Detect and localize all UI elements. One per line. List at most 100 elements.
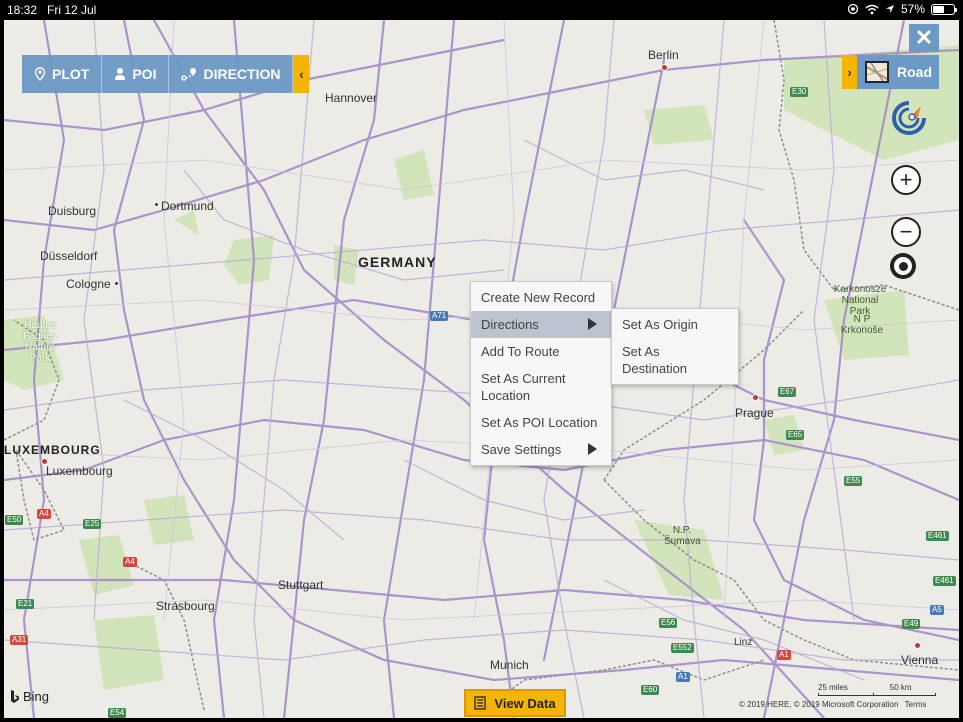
poi-person-icon (115, 68, 126, 80)
toolbar-collapse-button[interactable]: ‹ (293, 55, 310, 93)
map-label-park-krkonose: N P Krkonoše (840, 314, 884, 336)
city-dot-dortmund (154, 202, 159, 207)
menu-item-set-as-destination[interactable]: Set As Destination (612, 338, 738, 382)
map-style-label: Road (897, 64, 932, 80)
map-label-dusseldorf: Düsseldorf (40, 249, 98, 263)
orientation-lock-icon (847, 3, 859, 15)
view-data-label: View Data (494, 695, 556, 711)
plus-icon: + (899, 167, 913, 192)
road-shield-e56: E56 (659, 618, 678, 628)
menu-item-label: Set As POI Location (481, 415, 598, 430)
zoom-in-button[interactable]: + (891, 165, 921, 195)
road-shield-e54: E54 (108, 708, 127, 718)
menu-item-add-to-route[interactable]: Add To Route (471, 338, 611, 365)
locate-me-button[interactable] (891, 100, 927, 136)
road-shield-e55: E55 (844, 476, 863, 486)
view-data-button[interactable]: View Data (464, 689, 566, 717)
direction-button-label: DIRECTION (203, 66, 281, 82)
road-shield-a5: A5 (930, 605, 944, 615)
chevron-right-icon: › (847, 64, 852, 80)
center-location-button[interactable] (890, 253, 916, 279)
direction-button[interactable]: DIRECTION (169, 55, 294, 93)
map-label-prague: Prague (735, 406, 774, 420)
menu-item-set-as-poi-location[interactable]: Set As POI Location (471, 409, 611, 436)
menu-item-label: Set As Destination (622, 344, 688, 376)
road-shield-a1: A1 (777, 650, 791, 660)
road-shield-a4: A4 (37, 509, 51, 519)
road-shield-a31: A31 (10, 635, 29, 645)
road-shield-e65: E65 (786, 430, 805, 440)
scale-km: 50 km (889, 683, 912, 692)
terms-link[interactable]: Terms (905, 700, 927, 709)
map-label-cologne: Cologne (66, 277, 111, 291)
map-style-road-button[interactable]: Road (857, 55, 939, 89)
plot-button[interactable]: PLOT (22, 55, 103, 93)
menu-item-label: Create New Record (481, 290, 596, 305)
map-toolbar: PLOT POI DIRECTION ‹ (22, 55, 310, 93)
road-shield-e30: E30 (790, 87, 809, 97)
map-label-berlin: Berlin (648, 48, 679, 62)
zoom-out-button[interactable]: − (891, 217, 921, 247)
road-shield-e21: E21 (16, 599, 35, 609)
menu-item-save-settings[interactable]: Save Settings (471, 436, 611, 463)
chevron-left-icon: ‹ (299, 66, 304, 82)
status-bar: 18:32 Fri 12 Jul 57% (0, 0, 963, 20)
road-shield-e49: E49 (902, 619, 921, 629)
capital-dot-berlin (661, 64, 668, 71)
map-label-strasbourg: Strasbourg (156, 599, 215, 613)
location-arrow-icon (885, 5, 894, 13)
minus-icon: − (899, 219, 913, 244)
map-style-expand-button[interactable]: › (842, 55, 857, 89)
context-menu: Create New Record Directions Add To Rout… (470, 281, 612, 466)
route-icon (181, 68, 197, 81)
status-date: Fri 12 Jul (47, 3, 97, 17)
road-shield-e461b: E461 (933, 576, 956, 586)
map-label-dortmund: Dortmund (161, 199, 214, 213)
close-button[interactable]: ✕ (909, 24, 939, 52)
road-shield-e67: E67 (778, 387, 797, 397)
poi-button[interactable]: POI (102, 55, 170, 93)
road-shield-a4b: A4 (123, 557, 137, 567)
directions-submenu: Set As Origin Set As Destination (611, 308, 739, 385)
battery-icon (931, 3, 957, 15)
road-map-thumbnail-icon (865, 61, 889, 83)
map-label-munich: Munich (490, 658, 529, 672)
road-shield-a1b: A1 (676, 672, 690, 682)
plot-button-label: PLOT (52, 66, 90, 82)
bing-icon (11, 689, 19, 703)
menu-item-directions[interactable]: Directions (471, 311, 611, 338)
locate-me-icon (892, 101, 926, 135)
menu-item-label: Save Settings (481, 442, 562, 457)
city-dot-cologne (114, 281, 119, 286)
menu-item-set-as-origin[interactable]: Set As Origin (612, 311, 738, 338)
close-icon: ✕ (914, 25, 934, 50)
road-shield-e25: E25 (83, 519, 102, 529)
capital-dot-luxembourg (41, 458, 48, 465)
map-label-duisburg: Duisburg (48, 204, 97, 218)
map-label-vienna: Vienna (901, 653, 939, 667)
wifi-icon (865, 4, 879, 14)
copyright-text: © 2019 HERE, © 2019 Microsoft Corporatio… (739, 700, 899, 709)
map-label-park-hautes-fagnes: Hautes Fagnes Nature Park (23, 320, 57, 364)
map-label-country-luxembourg: LUXEMBOURG (4, 443, 101, 457)
capital-dot-vienna (914, 642, 921, 649)
status-right: 57% (847, 2, 957, 16)
road-shield-e461: E461 (926, 531, 949, 541)
submenu-arrow-icon (588, 443, 597, 455)
map-label-hannover: Hannover (325, 91, 378, 105)
poi-button-label: POI (132, 66, 157, 82)
menu-item-label: Add To Route (481, 344, 560, 359)
map-label-country-germany: GERMANY (358, 254, 437, 270)
bing-label: Bing (23, 689, 50, 704)
map-scale: 25 miles 50 km (818, 683, 936, 696)
map-pin-icon (34, 67, 46, 81)
battery-percent: 57% (900, 2, 925, 16)
menu-item-label: Set As Current Location (481, 371, 566, 403)
road-shield-a71: A71 (430, 311, 449, 321)
menu-item-set-as-current-location[interactable]: Set As Current Location (471, 365, 611, 409)
status-time: 18:32 (7, 3, 38, 17)
menu-item-create-new-record[interactable]: Create New Record (471, 284, 611, 311)
map-copyright: © 2019 HERE, © 2019 Microsoft Corporatio… (739, 700, 926, 709)
map-label-park-sumava: N.P. Šumava (664, 525, 701, 547)
map-label-luxembourg-city: Luxembourg (46, 464, 113, 478)
